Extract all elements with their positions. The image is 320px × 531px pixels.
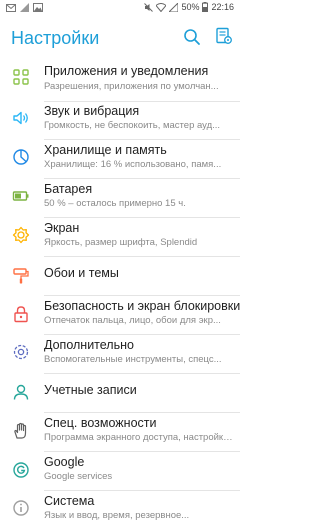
settings-item-apps[interactable]: Приложения и уведомления Разрешения, при… <box>0 58 240 102</box>
advanced-gear-icon <box>12 343 30 361</box>
battery-status-icon <box>202 2 209 12</box>
lock-icon <box>12 305 30 323</box>
status-right-icons: 50% 22:16 <box>144 2 234 12</box>
settings-item-google[interactable]: Google Google services <box>0 452 240 492</box>
clock: 22:16 <box>211 2 234 12</box>
item-subtitle: Яркость, размер шрифта, Splendid <box>44 237 198 248</box>
apps-grid-icon <box>12 68 30 86</box>
settings-item-accounts[interactable]: Учетные записи <box>0 374 240 414</box>
system-info-icon <box>12 499 30 517</box>
settings-item-sound[interactable]: Звук и вибрация Громкость, не беспокоить… <box>0 102 240 142</box>
item-title: Система <box>44 494 95 508</box>
item-title: Звук и вибрация <box>44 104 140 118</box>
item-title: Батарея <box>44 182 93 196</box>
item-subtitle: Google services <box>44 471 113 482</box>
item-title: Учетные записи <box>44 383 137 397</box>
battery-percent: 50% <box>181 2 200 12</box>
status-left-icons <box>6 3 43 12</box>
item-subtitle: Программа экранного доступа, настройки..… <box>44 432 236 443</box>
settings-item-battery[interactable]: Батарея 50 % – осталось примерно 15 ч. <box>0 179 240 219</box>
settings-item-wallpaper[interactable]: Обои и темы <box>0 257 240 297</box>
accessibility-hand-icon <box>12 422 30 440</box>
paint-roller-icon <box>12 267 30 285</box>
speaker-icon <box>12 109 30 127</box>
item-subtitle: Язык и ввод, время, резервное... <box>44 510 190 521</box>
item-title: Приложения и уведомления <box>44 64 209 78</box>
item-subtitle: Громкость, не беспокоить, мастер ауд... <box>44 120 221 131</box>
image-notification-icon <box>33 3 43 12</box>
brightness-icon <box>12 226 30 244</box>
signal-notification-icon <box>20 3 29 12</box>
settings-item-advanced[interactable]: Дополнительно Вспомогательные инструмент… <box>0 335 240 375</box>
document-settings-icon <box>216 27 232 44</box>
search-icon <box>184 29 200 45</box>
settings-item-system[interactable]: Система Язык и ввод, время, резервное... <box>0 491 240 531</box>
mute-icon <box>144 2 154 12</box>
google-icon <box>12 461 30 479</box>
settings-item-accessibility[interactable]: Спец. возможности Программа экранного до… <box>0 413 240 453</box>
item-subtitle: Отпечаток пальца, лицо, обои для экр... <box>44 315 221 326</box>
wifi-off-icon <box>156 2 167 12</box>
storage-pie-icon <box>12 148 30 166</box>
mail-notification-icon <box>6 3 16 12</box>
header: Настройки <box>0 18 240 58</box>
item-title: Google <box>44 455 85 469</box>
settings-item-display[interactable]: Экран Яркость, размер шрифта, Splendid <box>0 218 240 258</box>
item-subtitle: 50 % – осталось примерно 15 ч. <box>44 198 186 209</box>
search-button[interactable] <box>183 28 201 46</box>
item-title: Спец. возможности <box>44 416 157 430</box>
settings-item-storage[interactable]: Хранилище и память Хранилище: 16 % испол… <box>0 140 240 180</box>
item-title: Хранилище и память <box>44 143 167 157</box>
settings-item-security[interactable]: Безопасность и экран блокировки Отпечато… <box>0 296 240 336</box>
item-title: Экран <box>44 221 80 235</box>
status-bar: 50% 22:16 <box>0 0 240 18</box>
item-title: Дополнительно <box>44 338 134 352</box>
item-subtitle: Хранилище: 16 % использовано, памя... <box>44 159 222 170</box>
item-title: Обои и темы <box>44 266 119 280</box>
item-subtitle: Вспомогательные инструменты, спецс... <box>44 354 222 365</box>
settings-search-button[interactable] <box>215 27 233 45</box>
item-subtitle: Разрешения, приложения по умолчан... <box>44 81 219 92</box>
item-title: Безопасность и экран блокировки <box>44 299 241 313</box>
cell-signal-icon <box>169 2 179 12</box>
battery-icon <box>12 187 30 205</box>
page-title: Настройки <box>11 28 100 48</box>
account-icon <box>12 383 30 401</box>
